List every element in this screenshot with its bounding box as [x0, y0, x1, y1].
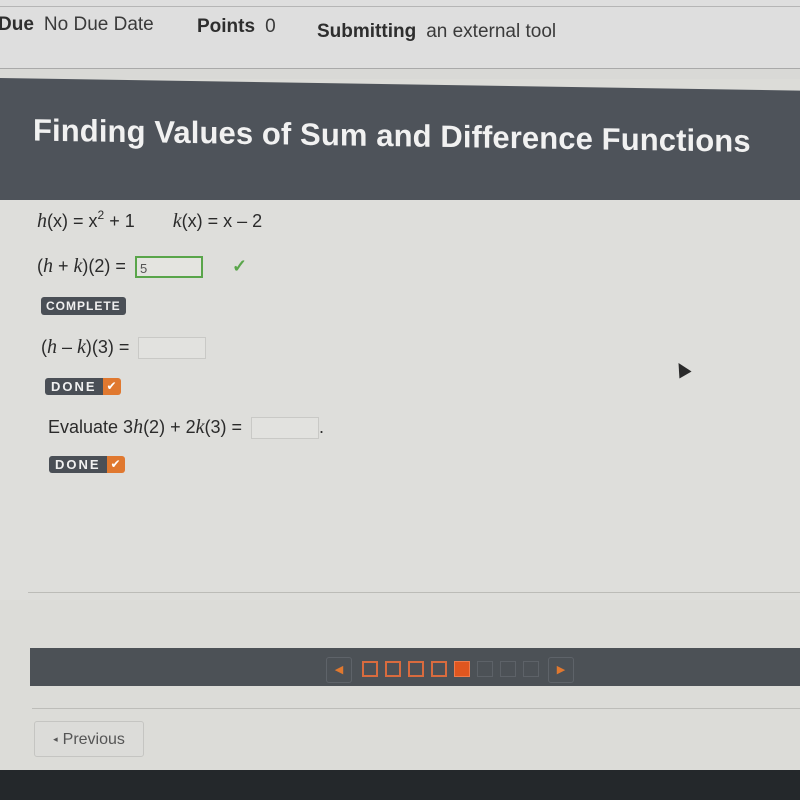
step-navigation-bar: ◀ ▶ — [30, 648, 800, 686]
question-evaluate: Evaluate 3h(2) + 2k(3) = . — [48, 416, 325, 440]
k-definition: k(x) = x – 2 — [172, 210, 263, 232]
lesson-title-bar: Finding Values of Sum and Difference Fun… — [0, 78, 800, 213]
points-info: Points 0 — [197, 16, 276, 38]
divider — [28, 592, 800, 593]
step-indicator-8[interactable] — [523, 661, 539, 677]
done-button[interactable]: DONE ✔ — [45, 378, 121, 395]
due-value: No Due Date — [43, 14, 154, 35]
due-label: Due — [0, 14, 34, 35]
step-indicator-2[interactable] — [385, 661, 401, 677]
submitting-value: an external tool — [426, 21, 557, 42]
correct-check-icon: ✓ — [231, 256, 248, 276]
page-title: Finding Values of Sum and Difference Fun… — [33, 112, 751, 159]
screen-bezel — [0, 770, 800, 800]
step-indicator-4[interactable] — [431, 661, 447, 677]
step-indicator-7[interactable] — [500, 661, 516, 677]
assignment-meta-bar: Due No Due Date Points 0 Submitting an exte… — [0, 0, 800, 69]
check-icon: ✔ — [106, 456, 125, 473]
done-button[interactable]: DONE ✔ — [49, 456, 125, 473]
points-value: 0 — [265, 16, 276, 37]
divider — [32, 708, 800, 709]
answer-input-evaluate[interactable] — [251, 417, 320, 440]
step-indicator-6[interactable] — [477, 661, 493, 677]
h-definition: h(x) = x2 + 1 — [37, 208, 135, 232]
answer-input-difference[interactable] — [138, 337, 207, 360]
spacer — [0, 69, 800, 79]
caret-left-icon: ◂ — [53, 734, 58, 744]
previous-step-button[interactable]: ◀ — [326, 657, 352, 683]
submitting-info: Submitting an external tool — [317, 21, 556, 43]
submitting-label: Submitting — [317, 21, 417, 42]
answer-input-sum[interactable]: 5 — [134, 256, 203, 279]
done-label: DONE — [45, 378, 103, 395]
divider — [0, 6, 800, 7]
question-sum: (h + k)(2) = 5 ✓ — [37, 255, 248, 279]
previous-label: Previous — [62, 731, 125, 748]
previous-button[interactable]: ◂ Previous — [34, 721, 144, 757]
question-difference: (h – k)(3) = — [41, 336, 207, 360]
points-label: Points — [197, 16, 256, 37]
step-indicator-3[interactable] — [408, 661, 424, 677]
due-info: Due No Due Date — [0, 14, 154, 36]
done-label: DONE — [49, 456, 107, 473]
check-icon: ✔ — [102, 378, 121, 395]
next-step-button[interactable]: ▶ — [548, 657, 574, 683]
step-indicator-5[interactable] — [454, 661, 470, 677]
step-indicator-1[interactable] — [362, 661, 378, 677]
complete-badge: COMPLETE — [41, 297, 126, 315]
function-definitions: h(x) = x2 + 1 k(x) = x – 2 — [37, 208, 262, 233]
